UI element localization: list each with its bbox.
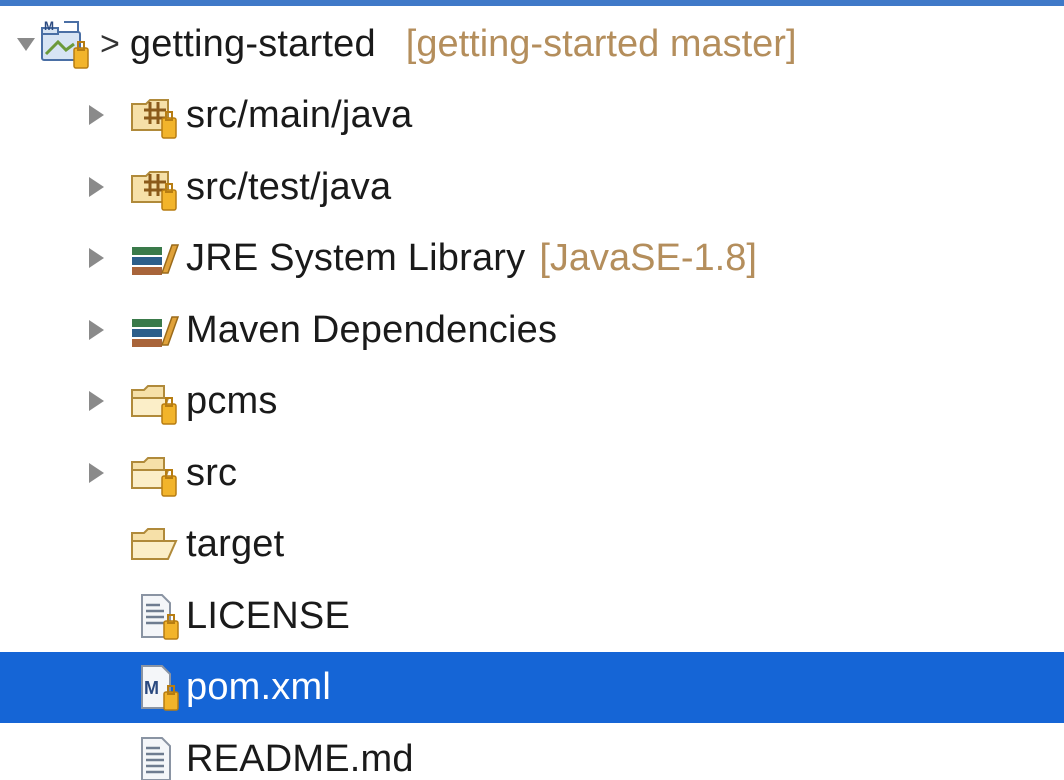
- tree-row-license[interactable]: LICENSE: [0, 580, 1064, 652]
- item-label: src/test/java: [186, 165, 392, 208]
- tree-row-maven-dependencies[interactable]: Maven Dependencies: [0, 294, 1064, 366]
- triangle-down-icon: [17, 37, 35, 51]
- item-label: README.md: [186, 737, 414, 780]
- tree-row-pom-xml[interactable]: M pom.xml: [0, 651, 1064, 723]
- folder-icon: [128, 448, 186, 498]
- item-label: pcms: [186, 380, 278, 423]
- library-icon: [128, 233, 186, 283]
- text-file-icon: [136, 591, 186, 641]
- tree-row-jre-system-library[interactable]: JRE System Library [JavaSE-1.8]: [0, 223, 1064, 295]
- tree-row-pcms[interactable]: pcms: [0, 366, 1064, 438]
- item-label: src/main/java: [186, 94, 413, 137]
- svg-text:M: M: [44, 19, 54, 33]
- folder-icon: [128, 519, 186, 569]
- tree-row-readme-md[interactable]: README.md: [0, 723, 1064, 780]
- expand-toggle-expanded[interactable]: [14, 32, 38, 56]
- project-explorer-tree[interactable]: M > getting-started [getting-started mas…: [0, 8, 1064, 780]
- expand-toggle-collapsed[interactable]: [84, 246, 108, 270]
- item-label: target: [186, 523, 285, 566]
- tree-row-src[interactable]: src: [0, 437, 1064, 509]
- tree-row-src-main-java[interactable]: src/main/java: [0, 80, 1064, 152]
- item-label: Maven Dependencies: [186, 308, 558, 351]
- project-name: getting-started: [129, 22, 376, 65]
- svg-text:M: M: [144, 678, 159, 698]
- expand-toggle-collapsed[interactable]: [84, 461, 108, 485]
- text-file-icon: [136, 734, 186, 780]
- item-label: LICENSE: [186, 594, 351, 637]
- view-top-border: [0, 0, 1064, 6]
- library-icon: [128, 305, 186, 355]
- maven-project-icon: M: [38, 19, 100, 69]
- tree-row-target[interactable]: target: [0, 509, 1064, 581]
- expand-toggle-collapsed[interactable]: [84, 175, 108, 199]
- source-folder-icon: [128, 90, 186, 140]
- expand-toggle-collapsed[interactable]: [84, 318, 108, 342]
- item-label: pom.xml: [186, 666, 331, 709]
- expand-toggle-collapsed[interactable]: [84, 389, 108, 413]
- triangle-right-icon: [89, 319, 104, 340]
- triangle-right-icon: [89, 462, 104, 483]
- item-label: JRE System Library: [186, 237, 526, 280]
- source-folder-icon: [128, 162, 186, 212]
- item-decoration: [JavaSE-1.8]: [539, 237, 757, 280]
- triangle-right-icon: [89, 391, 104, 412]
- triangle-right-icon: [89, 176, 104, 197]
- triangle-right-icon: [89, 105, 104, 126]
- project-git-decoration: [getting-started master]: [405, 22, 797, 65]
- triangle-right-icon: [89, 248, 104, 269]
- tree-row-project-root[interactable]: M > getting-started [getting-started mas…: [0, 8, 1064, 80]
- expand-toggle-collapsed[interactable]: [84, 103, 108, 127]
- git-dirty-marker: >: [100, 24, 120, 63]
- folder-icon: [128, 376, 186, 426]
- maven-pom-file-icon: M: [136, 662, 186, 712]
- item-label: src: [186, 451, 238, 494]
- tree-row-src-test-java[interactable]: src/test/java: [0, 151, 1064, 223]
